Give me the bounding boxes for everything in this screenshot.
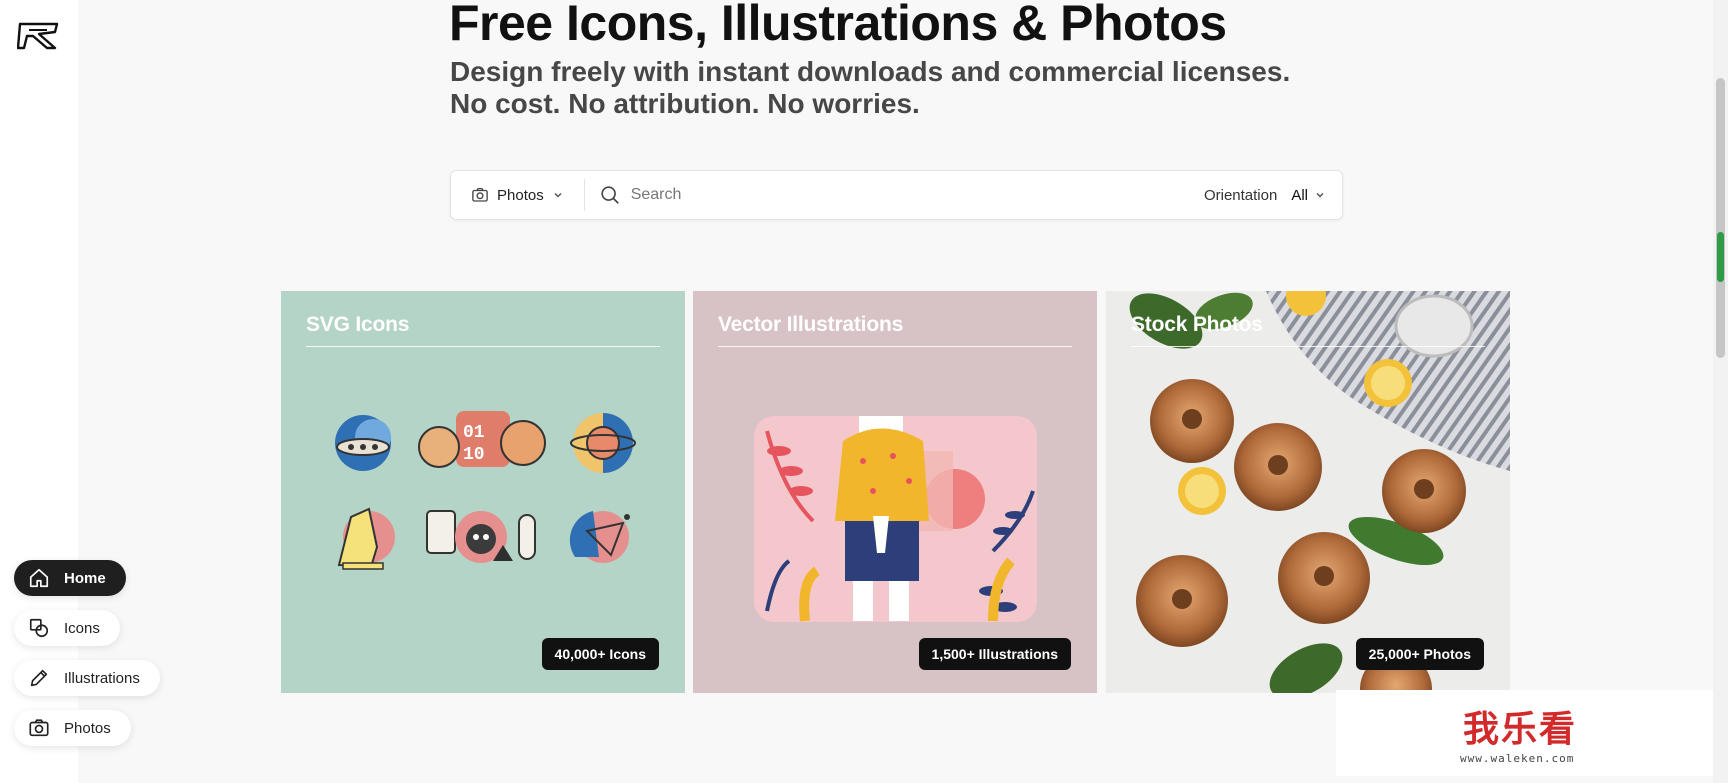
donuts-photo: [1106, 291, 1510, 693]
nav-home[interactable]: Home: [14, 560, 126, 596]
count-badge: 1,500+ Illustrations: [918, 638, 1071, 670]
card-title: Vector Illustrations: [718, 313, 1072, 347]
page-scrollbar[interactable]: [1713, 0, 1728, 783]
orientation-value: All: [1291, 186, 1308, 204]
pencil-icon: [30, 669, 48, 687]
asset-type-label: Photos: [497, 186, 544, 204]
nav-label: Illustrations: [64, 669, 140, 687]
subtitle-line-1: Design freely with instant downloads and…: [450, 56, 1291, 87]
scrollbar-thumb[interactable]: [1716, 78, 1725, 358]
nav-label: Icons: [64, 619, 100, 637]
camera-icon: [29, 719, 49, 737]
nav-photos[interactable]: Photos: [14, 710, 131, 746]
icons-preview-illustration: 01 10: [281, 291, 685, 693]
nav-illustrations[interactable]: Illustrations: [14, 660, 160, 696]
search-input[interactable]: [630, 186, 1204, 204]
vector-illustrations-card[interactable]: Vector Illustrations 1,500+ Illustration…: [693, 291, 1097, 693]
chevron-down-icon: [1316, 192, 1324, 198]
subtitle-line-2: No cost. No attribution. No worries.: [450, 88, 920, 119]
orientation-filter: Orientation All: [1204, 187, 1342, 204]
search-field: [585, 184, 1204, 206]
page-subtitle: Design freely with instant downloads and…: [450, 56, 1290, 120]
chevron-down-icon: [554, 192, 562, 198]
scrollbar-marker: [1717, 232, 1724, 282]
watermark-text: 我乐看: [1463, 709, 1578, 750]
search-bar: Photos Orientation All: [450, 170, 1343, 220]
svg-icons-card[interactable]: 01 10 SVG Icons 40,000+ Icons: [281, 291, 685, 693]
home-icon: [29, 568, 49, 588]
asset-type-dropdown[interactable]: Photos: [451, 179, 585, 211]
site-watermark: 我乐看 www.waleken.com: [1336, 690, 1718, 776]
orientation-label: Orientation: [1203, 186, 1278, 204]
card-title: Stock Photos: [1131, 313, 1485, 347]
card-title: SVG Icons: [306, 313, 660, 347]
nav-label: Home: [64, 569, 106, 587]
count-badge: 40,000+ Icons: [541, 638, 659, 670]
svg-text:01: 01: [463, 423, 485, 443]
orientation-dropdown[interactable]: All: [1291, 187, 1326, 204]
illustration-preview-image: [754, 416, 1037, 622]
nav-icons[interactable]: Icons: [14, 610, 120, 646]
logo-icon[interactable]: [17, 20, 61, 52]
camera-icon: [472, 187, 488, 202]
count-badge: 25,000+ Photos: [1355, 638, 1484, 670]
page-title: Free Icons, Illustrations & Photos: [449, 0, 1227, 51]
svg-text:10: 10: [463, 445, 485, 465]
stock-photos-card[interactable]: Stock Photos 25,000+ Photos: [1106, 291, 1510, 693]
shapes-icon: [29, 618, 49, 638]
search-icon: [601, 186, 619, 204]
watermark-url: www.waleken.com: [1460, 752, 1575, 765]
nav-label: Photos: [64, 719, 111, 737]
